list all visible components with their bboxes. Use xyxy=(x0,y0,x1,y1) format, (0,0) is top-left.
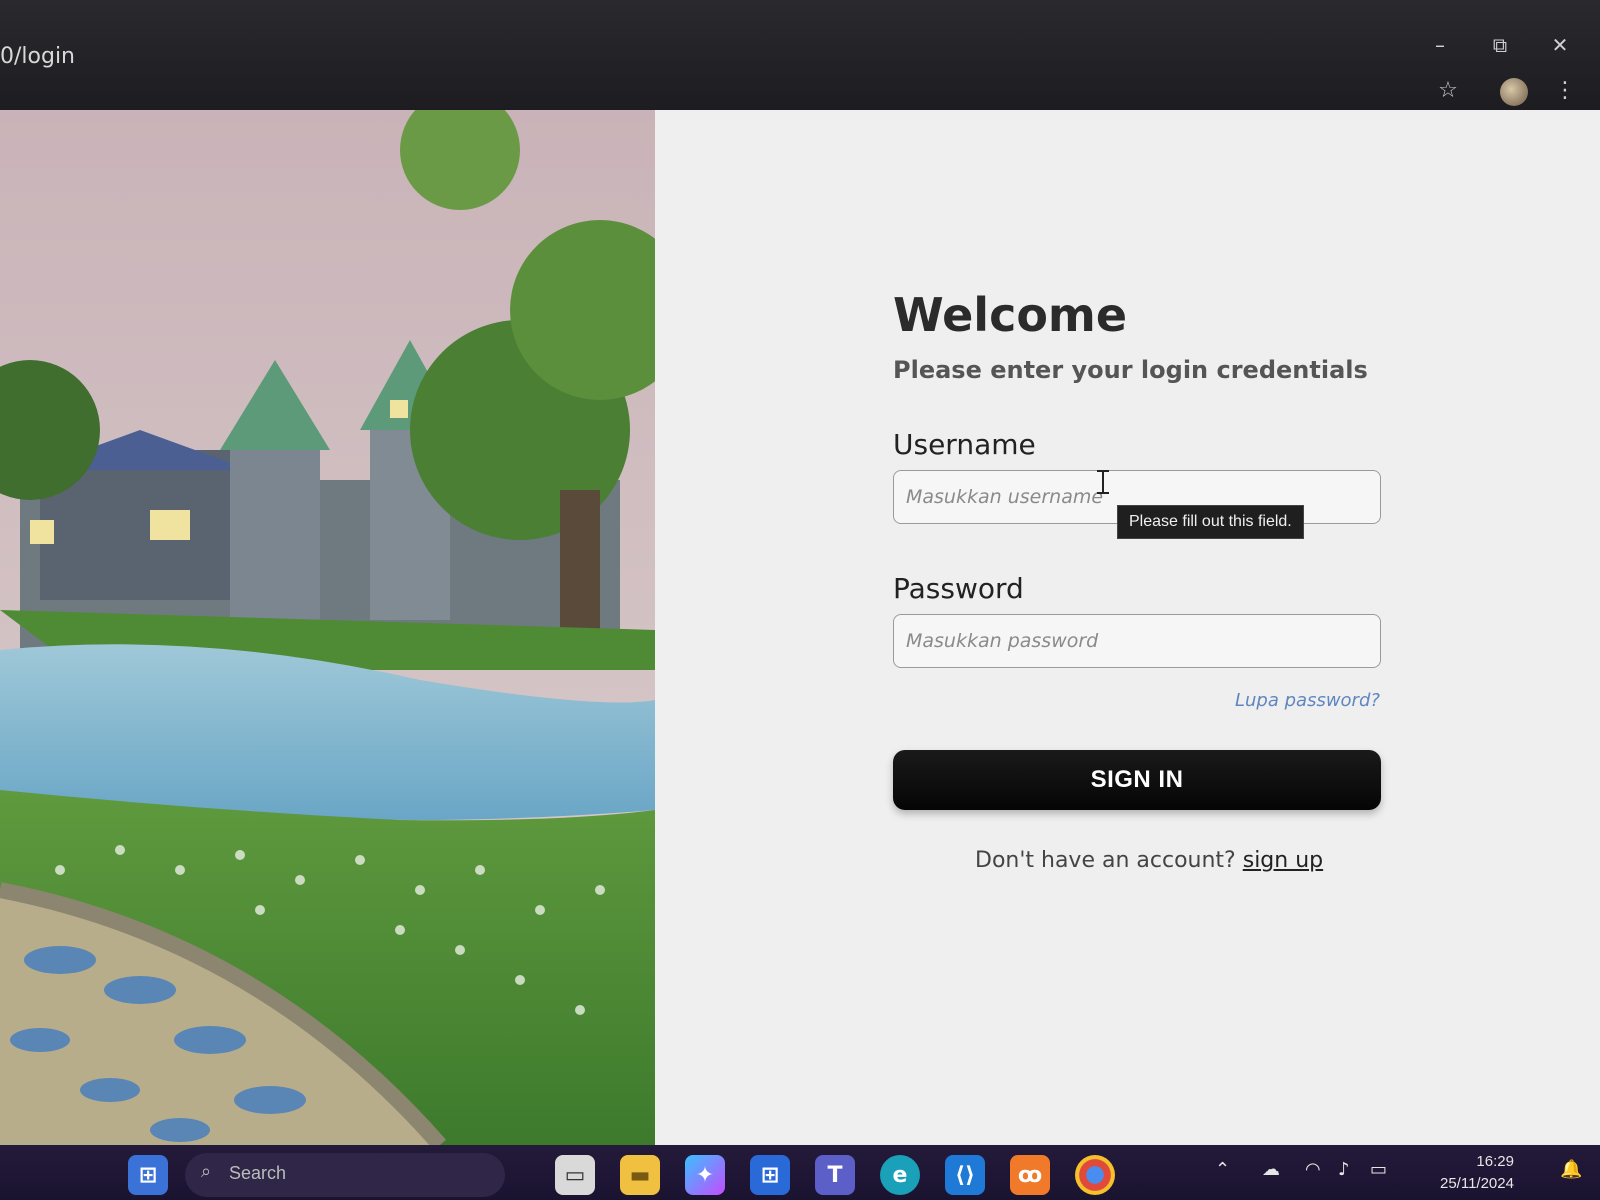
forgot-password-link[interactable]: Lupa password? xyxy=(1235,690,1380,711)
fantasy-village-illustration xyxy=(0,110,655,1145)
edge-icon[interactable]: e xyxy=(880,1155,920,1195)
xampp-icon[interactable]: ꝏ xyxy=(1010,1155,1050,1195)
taskbar: ⊞ ⌕ Search ▭ ▬ ✦ ⊞ T e ⟨⟩ ꝏ ⌃ ☁ ◠ ♪ ▭ 16… xyxy=(0,1145,1600,1200)
search-icon: ⌕ xyxy=(201,1161,212,1181)
task-view-icon[interactable]: ▭ xyxy=(555,1155,595,1195)
close-button[interactable]: ✕ xyxy=(1540,28,1580,62)
page-viewport: Welcome Please enter your login credenti… xyxy=(0,110,1600,1145)
taskbar-search[interactable]: ⌕ Search xyxy=(185,1153,505,1197)
clock-date: 25/11/2024 xyxy=(1440,1175,1514,1192)
windows-start-icon[interactable]: ⊞ xyxy=(128,1155,168,1195)
file-explorer-icon[interactable]: ▬ xyxy=(620,1155,660,1195)
volume-icon[interactable]: ♪ xyxy=(1338,1159,1350,1180)
sign-in-button[interactable]: SIGN IN xyxy=(893,750,1381,810)
validation-tooltip: Please fill out this field. xyxy=(1117,505,1304,539)
system-clock[interactable]: 16:29 25/11/2024 xyxy=(1440,1151,1514,1195)
browser-chrome: 0/login – ⧉ ✕ ☆ ⋮ xyxy=(0,0,1600,110)
wifi-icon[interactable]: ◠ xyxy=(1305,1159,1321,1180)
kebab-menu-icon[interactable]: ⋮ xyxy=(1550,76,1580,106)
teams-icon[interactable]: T xyxy=(815,1155,855,1195)
star-icon[interactable]: ☆ xyxy=(1433,76,1463,106)
username-label: Username xyxy=(893,428,1036,461)
restore-button[interactable]: ⧉ xyxy=(1480,28,1520,62)
login-hero-image xyxy=(0,110,655,1145)
page-subtitle: Please enter your login credentials xyxy=(893,356,1368,384)
sign-up-link[interactable]: sign up xyxy=(1243,848,1323,873)
address-bar-url[interactable]: 0/login xyxy=(0,44,75,69)
vscode-icon[interactable]: ⟨⟩ xyxy=(945,1155,985,1195)
minimize-button[interactable]: – xyxy=(1420,28,1460,62)
login-panel: Welcome Please enter your login credenti… xyxy=(655,110,1600,1145)
password-label: Password xyxy=(893,572,1024,605)
chrome-icon[interactable] xyxy=(1075,1155,1115,1195)
notification-bell-icon[interactable]: 🔔 xyxy=(1560,1159,1582,1180)
text-cursor-icon xyxy=(1097,470,1109,494)
page-title: Welcome xyxy=(893,288,1128,342)
avatar[interactable] xyxy=(1500,78,1528,106)
chevron-up-icon[interactable]: ⌃ xyxy=(1215,1159,1230,1180)
microsoft-store-icon[interactable]: ⊞ xyxy=(750,1155,790,1195)
password-input[interactable] xyxy=(893,614,1381,668)
clock-time: 16:29 xyxy=(1476,1153,1514,1170)
copilot-icon[interactable]: ✦ xyxy=(685,1155,725,1195)
battery-icon[interactable]: ▭ xyxy=(1370,1159,1387,1180)
search-placeholder: Search xyxy=(229,1163,287,1183)
cloud-icon[interactable]: ☁ xyxy=(1262,1159,1280,1180)
signup-prompt-text: Don't have an account? xyxy=(975,848,1236,873)
